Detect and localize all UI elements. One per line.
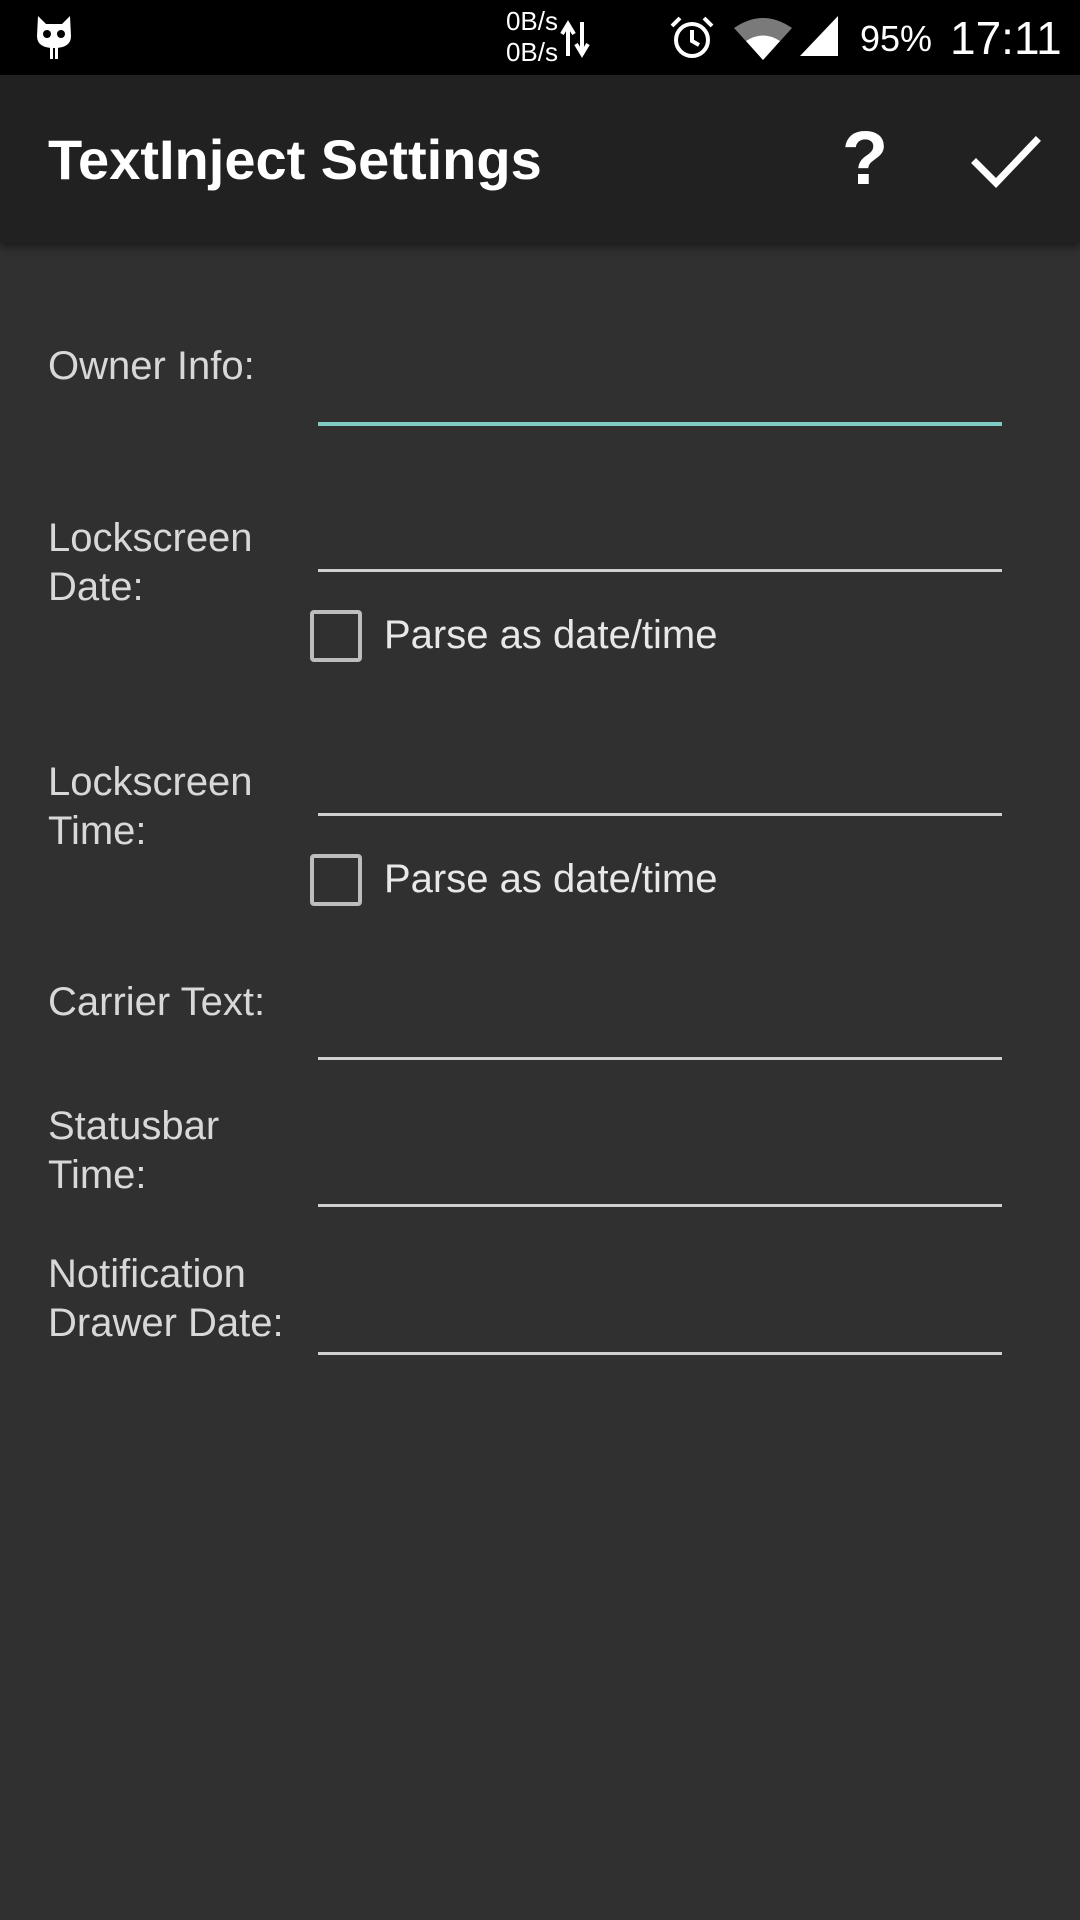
lockscreen-date-parse-checkbox[interactable] [310,610,362,662]
carrier-text-field[interactable] [318,990,1002,1060]
lockscreen-time-label: Lockscreen Time: [48,758,308,856]
lockscreen-date-label-line1: Lockscreen [48,516,253,560]
app-bar: TextInject Settings ? [0,75,1080,243]
lockscreen-time-parse-checkbox[interactable] [310,854,362,906]
notification-drawer-date-field[interactable] [318,1285,1002,1355]
lockscreen-date-parse-label: Parse as date/time [384,613,718,657]
carrier-text-label: Carrier Text: [48,980,266,1024]
lockscreen-time-field[interactable] [318,746,1002,816]
lockscreen-date-label: Lockscreen Date: [48,514,308,612]
cyanogen-cat-icon [37,16,71,59]
lockscreen-date-parse-row[interactable]: Parse as date/time [308,608,868,664]
network-speed-up: 0B/s [505,6,558,36]
lockscreen-date-label-line2: Date: [48,565,144,609]
notification-drawer-date-label-line2: Drawer Date: [48,1301,284,1345]
checkmark-icon[interactable] [970,125,1042,197]
help-icon: ? [841,116,889,201]
battery-percent: 95% [860,18,933,59]
lockscreen-time-parse-label: Parse as date/time [384,857,718,901]
statusbar-time-field[interactable] [318,1137,1002,1207]
page-title: TextInject Settings [48,128,542,191]
owner-info-field[interactable] [318,356,1002,426]
statusbar-time-label-line2: Time: [48,1153,147,1197]
lockscreen-time-parse-row[interactable]: Parse as date/time [308,852,868,908]
owner-info-label: Owner Info: [48,344,255,388]
help-button[interactable]: ? [830,119,900,199]
network-speed-down: 0B/s [505,37,558,67]
notification-drawer-date-label-line1: Notification [48,1252,246,1296]
network-speed: 0B/s 0B/s [488,6,558,68]
status-clock: 17:11 [950,12,1062,64]
lockscreen-date-field[interactable] [318,502,1002,572]
data-arrows-icon [560,20,590,58]
alarm-icon [670,16,714,58]
lockscreen-time-label-line1: Lockscreen [48,760,253,804]
statusbar-time-label-line1: Statusbar [48,1104,220,1148]
lockscreen-time-label-line2: Time: [48,809,147,853]
notification-drawer-date-label: Notification Drawer Date: [48,1250,308,1348]
wifi-icon [734,18,792,60]
statusbar-time-label: Statusbar Time: [48,1102,308,1200]
signal-icon [800,16,838,56]
status-bar: 0B/s 0B/s 95% 17:11 [0,0,1080,75]
